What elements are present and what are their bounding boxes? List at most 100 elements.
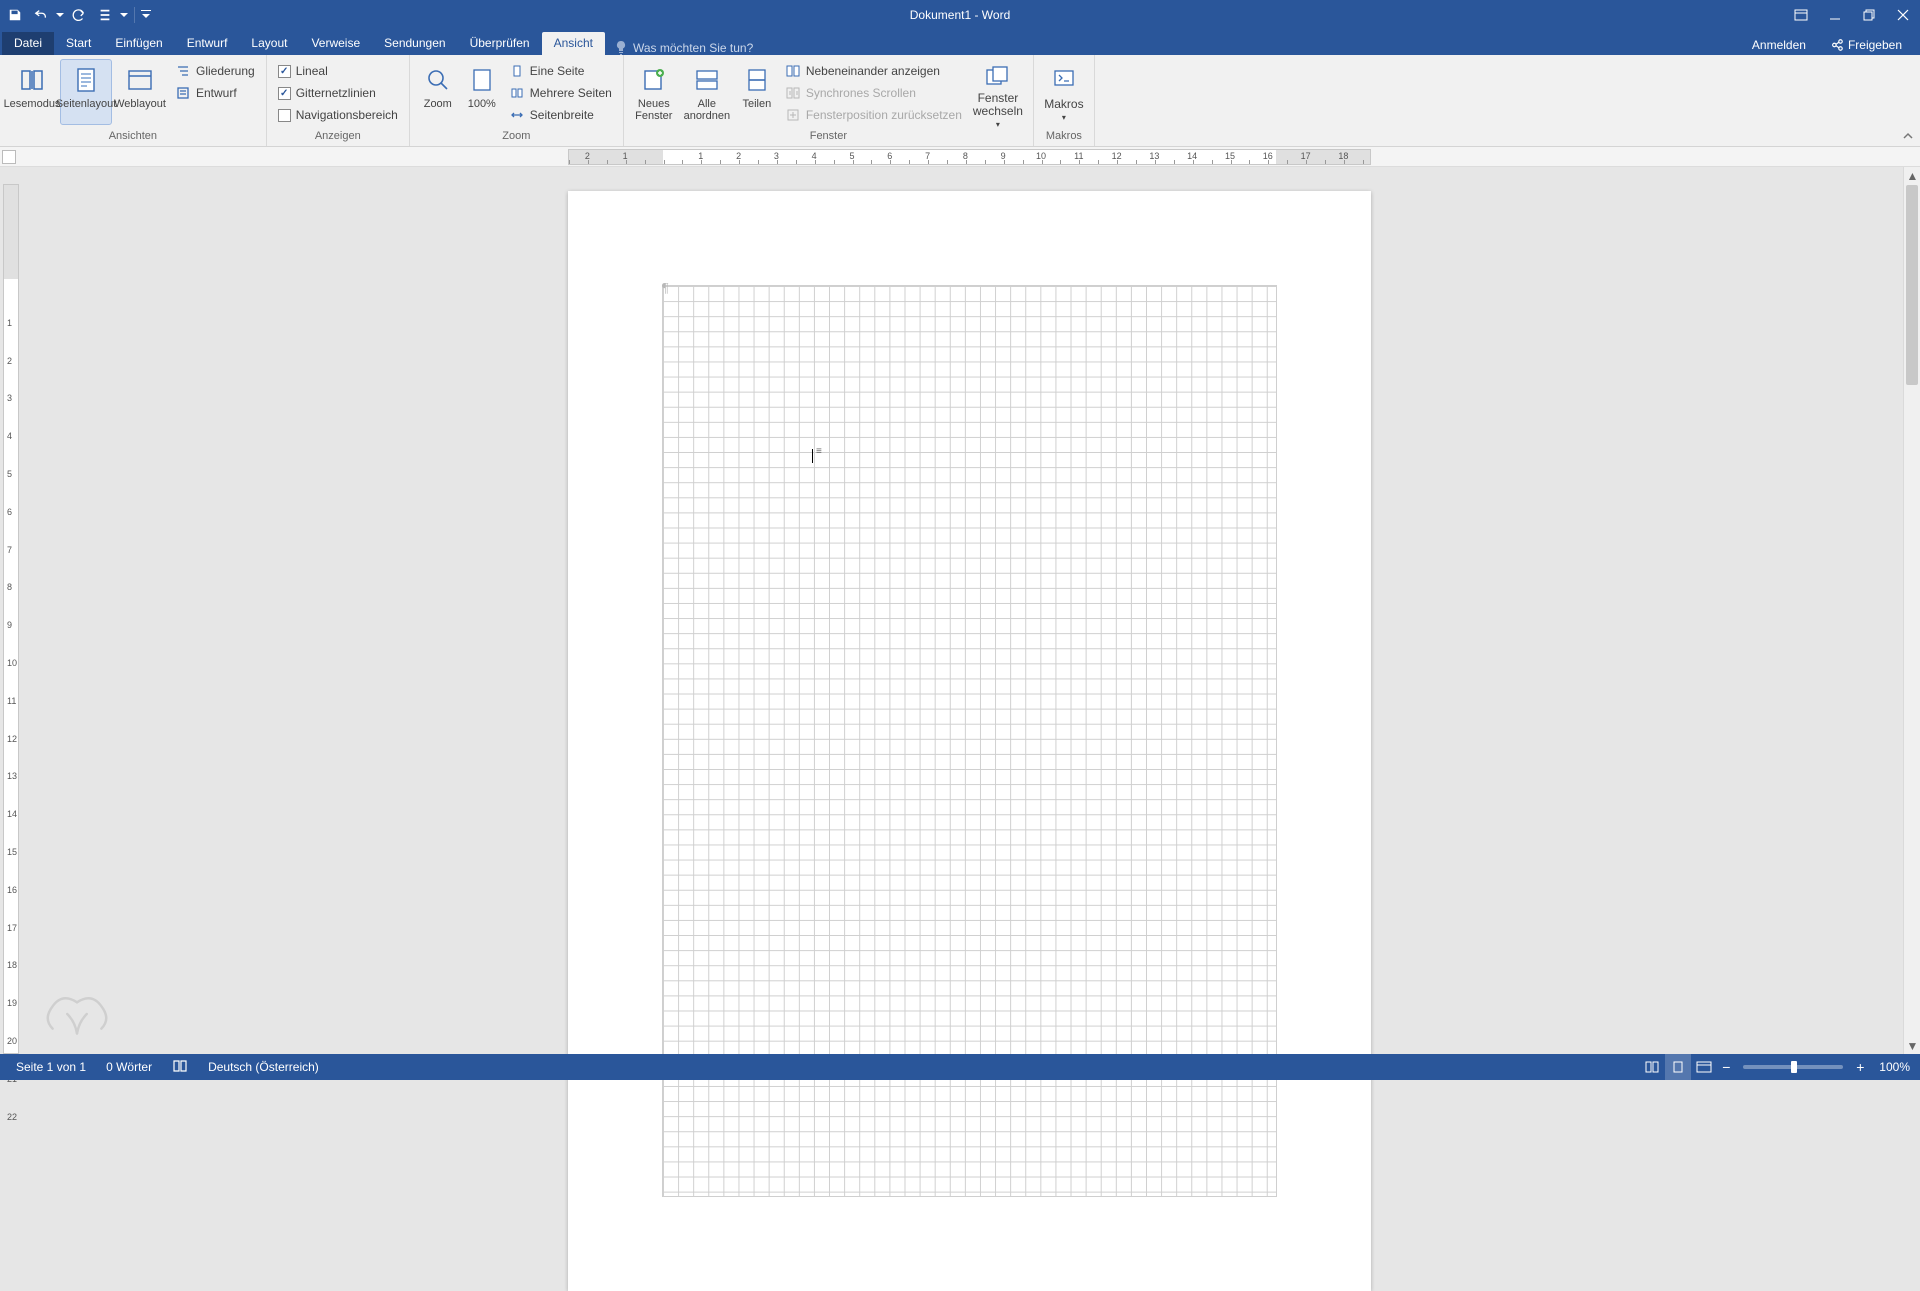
save-button[interactable] [4, 4, 26, 26]
new-window-button[interactable]: Neues Fenster [630, 59, 678, 125]
document-page[interactable]: ¶ [568, 191, 1371, 1291]
zoom-slider-thumb[interactable] [1791, 1061, 1797, 1073]
zoom-level[interactable]: 100% [1869, 1060, 1914, 1074]
tab-file[interactable]: Datei [2, 32, 54, 55]
window-controls [1784, 0, 1920, 30]
zoom-slider[interactable] [1743, 1065, 1843, 1069]
tell-me-search[interactable]: Was möchten Sie tun? [605, 41, 763, 55]
collapse-ribbon-button[interactable] [1900, 128, 1916, 144]
arrange-all-button[interactable]: Alle anordnen [680, 59, 734, 125]
group-label-show: Anzeigen [267, 128, 409, 146]
group-zoom: Zoom 100% Eine Seite Mehrere Seiten Seit… [410, 55, 624, 146]
group-window: Neues Fenster Alle anordnen Teilen Neben… [624, 55, 1034, 146]
navpane-checkbox[interactable]: Navigationsbereich [273, 105, 403, 125]
magnifier-icon [425, 67, 451, 93]
tab-selector[interactable] [2, 150, 16, 164]
page-icon [73, 66, 99, 94]
touch-icon [98, 8, 112, 22]
switch-windows-button[interactable]: Fenster wechseln ▾ [969, 59, 1027, 125]
lightbulb-icon [615, 41, 627, 55]
zoom-100-button[interactable]: 100% [462, 59, 502, 125]
ribbon-display-icon [1794, 9, 1808, 21]
redo-button[interactable] [68, 4, 90, 26]
undo-icon [34, 8, 48, 22]
print-view-icon [1671, 1060, 1685, 1074]
signin-button[interactable]: Anmelden [1742, 35, 1816, 55]
read-mode-button[interactable]: Lesemodus [6, 59, 58, 125]
minimize-button[interactable] [1818, 0, 1852, 30]
web-layout-view-button[interactable] [1691, 1054, 1717, 1080]
checkbox-icon: ✓ [278, 87, 291, 100]
split-icon [745, 67, 769, 93]
multipage-icon [510, 86, 524, 100]
save-icon [8, 8, 22, 22]
checkbox-icon [278, 109, 291, 122]
print-layout-button[interactable]: Seitenlayout [60, 59, 112, 125]
split-button[interactable]: Teilen [736, 59, 778, 125]
close-icon [1897, 9, 1909, 21]
print-layout-view-button[interactable] [1665, 1054, 1691, 1080]
scroll-down-button[interactable]: ▼ [1904, 1037, 1920, 1054]
resetpos-icon [786, 108, 800, 122]
undo-button[interactable] [30, 4, 52, 26]
language-indicator[interactable]: Deutsch (Österreich) [198, 1060, 329, 1074]
chevron-up-icon [1902, 130, 1914, 142]
draft-icon [176, 86, 190, 100]
tab-references[interactable]: Verweise [299, 32, 372, 55]
dropdown-icon[interactable] [120, 8, 128, 22]
multi-page-button[interactable]: Mehrere Seiten [504, 83, 617, 103]
tab-layout[interactable]: Layout [239, 32, 299, 55]
zoom-out-button[interactable]: − [1717, 1058, 1735, 1076]
proofing-button[interactable] [162, 1059, 198, 1076]
horizontal-ruler[interactable]: 21123456789101112131415161718 [568, 149, 1371, 165]
group-macros: Makros▾ Makros [1034, 55, 1095, 146]
read-mode-view-button[interactable] [1639, 1054, 1665, 1080]
page-indicator[interactable]: Seite 1 von 1 [6, 1060, 96, 1074]
tab-design[interactable]: Entwurf [175, 32, 240, 55]
watermark-icon [38, 984, 116, 1044]
status-bar: Seite 1 von 1 0 Wörter Deutsch (Österrei… [0, 1054, 1920, 1080]
tab-mailings[interactable]: Sendungen [372, 32, 457, 55]
vertical-scrollbar[interactable]: ▲ ▼ [1903, 167, 1920, 1054]
tab-review[interactable]: Überprüfen [458, 32, 542, 55]
arrange-icon [694, 67, 720, 93]
web-layout-button[interactable]: Weblayout [114, 59, 166, 125]
touch-mode-button[interactable] [94, 4, 116, 26]
zoom-in-button[interactable]: + [1851, 1058, 1869, 1076]
web-icon [126, 66, 154, 94]
gridlines-checkbox[interactable]: ✓Gitternetzlinien [273, 83, 403, 103]
tab-insert[interactable]: Einfügen [103, 32, 174, 55]
qat-customize-icon[interactable] [141, 8, 151, 22]
book-icon [18, 66, 46, 94]
group-show: ✓Lineal ✓Gitternetzlinien Navigationsber… [267, 55, 410, 146]
close-button[interactable] [1886, 0, 1920, 30]
outline-button[interactable]: Gliederung [170, 61, 260, 81]
page-100-icon [470, 67, 494, 93]
draft-button[interactable]: Entwurf [170, 83, 260, 103]
scroll-thumb[interactable] [1906, 185, 1918, 385]
page-width-button[interactable]: Seitenbreite [504, 105, 617, 125]
one-page-button[interactable]: Eine Seite [504, 61, 617, 81]
word-count[interactable]: 0 Wörter [96, 1060, 162, 1074]
book-check-icon [172, 1059, 188, 1073]
maximize-button[interactable] [1852, 0, 1886, 30]
ribbon-options-button[interactable] [1784, 0, 1818, 30]
outline-icon [176, 64, 190, 78]
tab-start[interactable]: Start [54, 32, 103, 55]
share-icon [1830, 38, 1844, 52]
vertical-ruler[interactable]: 12345678910111213141516171819202122 [3, 184, 19, 1054]
document-workspace: 12345678910111213141516171819202122 ¶ ▲ … [0, 167, 1920, 1054]
window-title: Dokument1 - Word [910, 8, 1010, 22]
share-button[interactable]: Freigeben [1820, 35, 1912, 55]
ruler-checkbox[interactable]: ✓Lineal [273, 61, 403, 81]
side-by-side-button[interactable]: Nebeneinander anzeigen [780, 61, 967, 81]
zoom-button[interactable]: Zoom [416, 59, 460, 125]
macros-button[interactable]: Makros▾ [1040, 59, 1088, 125]
scroll-up-button[interactable]: ▲ [1904, 167, 1920, 184]
switch-icon [984, 64, 1012, 90]
quick-access-toolbar [0, 4, 151, 26]
tab-view[interactable]: Ansicht [542, 32, 605, 55]
restore-icon [1863, 9, 1875, 21]
syncscroll-icon [786, 86, 800, 100]
dropdown-icon[interactable] [56, 8, 64, 22]
